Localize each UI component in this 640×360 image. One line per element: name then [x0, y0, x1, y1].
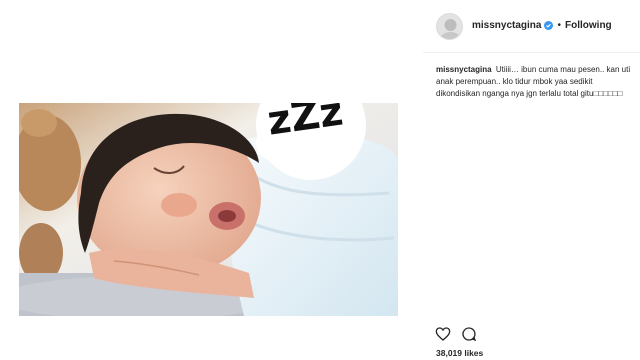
- header-text: missnyctagina • Following: [472, 20, 612, 31]
- header-username[interactable]: missnyctagina: [472, 20, 541, 31]
- likes-count[interactable]: 38,019 likes: [436, 348, 483, 358]
- post-photo[interactable]: zZz: [19, 103, 398, 316]
- avatar-image-icon: [437, 14, 462, 39]
- header-separator: •: [557, 20, 561, 31]
- post-sidebar: missnyctagina • Following missnyctagina …: [423, 0, 640, 360]
- following-button[interactable]: Following: [565, 20, 612, 31]
- caption-username[interactable]: missnyctagina: [436, 65, 492, 74]
- post-caption: missnyctagina Utiiii… ibun cuma mau pese…: [436, 64, 636, 100]
- verified-badge-icon: [544, 21, 554, 30]
- avatar[interactable]: [436, 13, 463, 40]
- sleeping-baby-image: zZz: [19, 103, 398, 316]
- post-header: missnyctagina • Following: [423, 0, 640, 53]
- comment-icon[interactable]: [461, 326, 477, 342]
- heart-icon[interactable]: [435, 326, 451, 342]
- post-actions: [435, 326, 477, 342]
